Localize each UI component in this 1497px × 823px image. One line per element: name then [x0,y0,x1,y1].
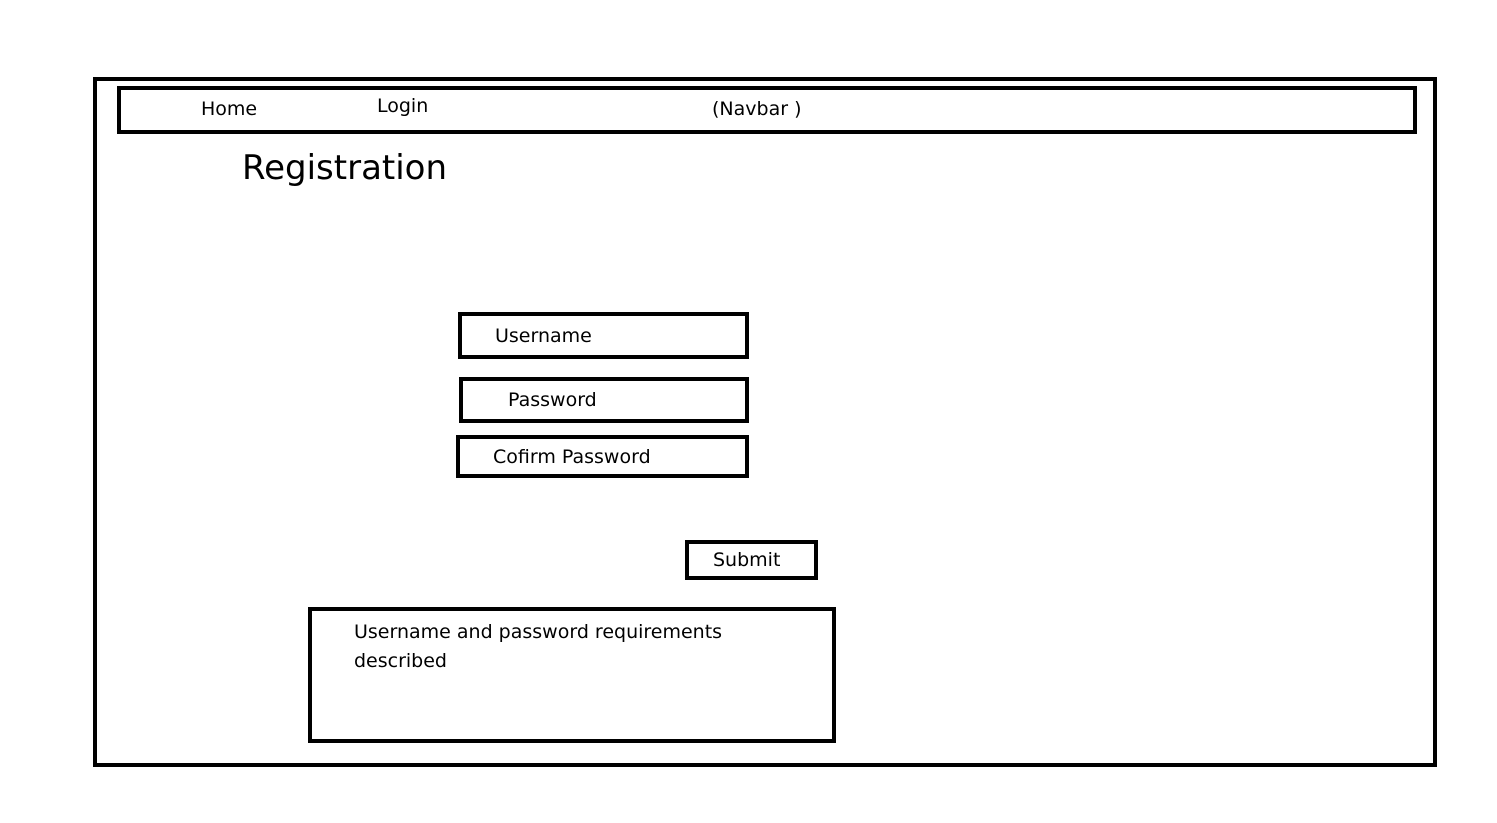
confirm-password-input[interactable] [456,435,749,478]
navbar-caption: (Navbar ) [712,98,802,120]
password-input[interactable] [459,377,749,423]
nav-home-link[interactable]: Home [201,98,257,120]
requirements-text: Username and password requirements descr… [354,621,723,672]
requirements-box: Username and password requirements descr… [308,607,836,743]
username-input[interactable] [458,312,749,359]
page-title: Registration [242,148,448,188]
submit-button[interactable]: Submit [685,540,818,580]
nav-login-link[interactable]: Login [377,95,428,117]
navbar: Home Login (Navbar ) [117,86,1417,134]
